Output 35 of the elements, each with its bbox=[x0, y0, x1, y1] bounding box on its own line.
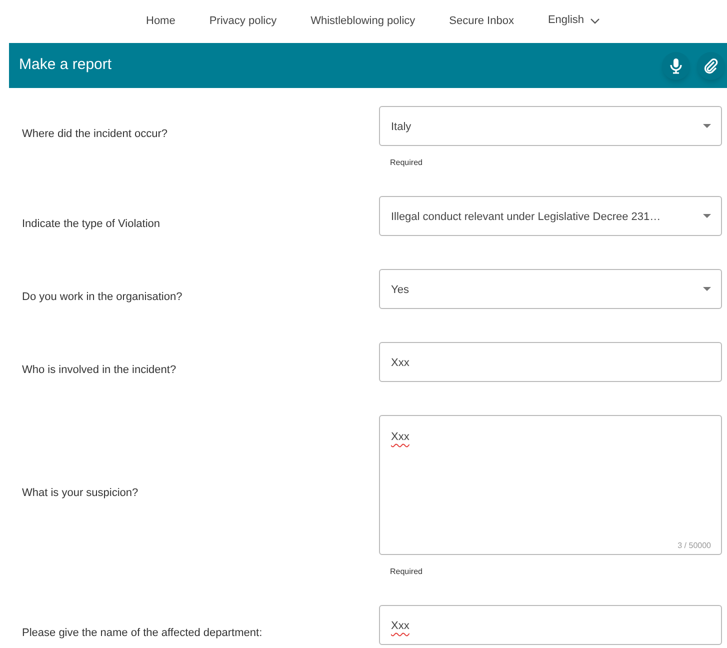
dropdown-field[interactable]: Italy bbox=[379, 106, 722, 146]
nav-link[interactable]: Whistleblowing policy bbox=[310, 13, 416, 30]
dropdown-field[interactable]: Yes bbox=[379, 269, 722, 309]
field-value: Xxx bbox=[391, 619, 410, 634]
dropdown-field[interactable]: Illegal conduct relevant under Legislative Decree 231… bbox=[379, 196, 722, 236]
required-hint: Required bbox=[390, 567, 422, 576]
attachment-button[interactable] bbox=[697, 52, 725, 80]
field-label: Do you work in the organisation? bbox=[22, 290, 182, 305]
nav-link[interactable]: Home bbox=[146, 13, 176, 30]
nav-link[interactable]: Privacy policy bbox=[209, 13, 277, 30]
input-field[interactable]: Xxx bbox=[379, 605, 722, 645]
input-field[interactable]: Xxx bbox=[379, 342, 722, 382]
character-counter: 3 / 50000 bbox=[678, 540, 711, 552]
language-dropdown[interactable]: English bbox=[548, 12, 600, 29]
dropdown-arrow-icon bbox=[703, 287, 711, 291]
paperclip-icon bbox=[703, 58, 719, 74]
required-hint: Required bbox=[390, 158, 422, 167]
field-value: Xxx bbox=[391, 430, 410, 445]
field-label: What is your suspicion? bbox=[22, 486, 138, 502]
chevron-down-icon bbox=[590, 18, 600, 24]
field-value: Yes bbox=[391, 283, 409, 298]
microphone-button[interactable] bbox=[662, 52, 690, 80]
page-title: Make a report bbox=[19, 55, 112, 76]
field-value: Italy bbox=[391, 120, 412, 135]
field-value: Illegal conduct relevant under Legislative Decree 231… bbox=[391, 210, 661, 225]
field-label: Where did the incident occur? bbox=[22, 127, 168, 142]
dropdown-arrow-icon bbox=[703, 124, 711, 128]
text-area[interactable]: Xxx 3 / 50000 bbox=[379, 415, 722, 555]
nav-link[interactable]: Secure Inbox bbox=[449, 13, 514, 30]
dropdown-arrow-icon bbox=[703, 214, 711, 218]
field-value: Xxx bbox=[391, 356, 410, 371]
microphone-icon bbox=[670, 58, 682, 74]
field-label: Please give the name of the affected department: bbox=[22, 626, 262, 641]
field-label: Who is involved in the incident? bbox=[22, 362, 176, 378]
field-label: Indicate the type of Violation bbox=[22, 216, 160, 232]
